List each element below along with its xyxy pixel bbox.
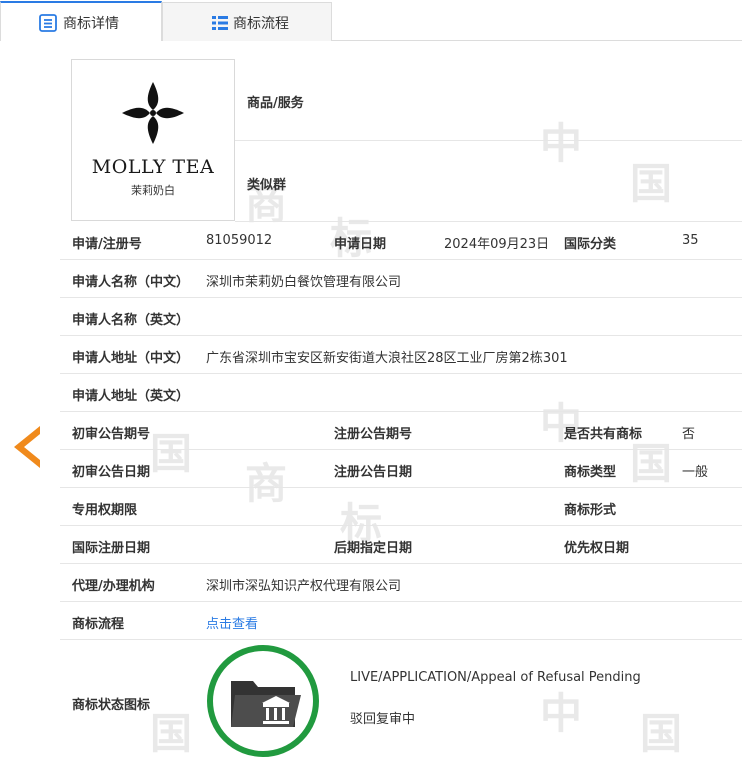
- apply-date-value: 2024年09月23日: [444, 237, 550, 252]
- table-icon: [212, 16, 228, 30]
- address-en-label: 申请人地址（英文）: [72, 389, 190, 404]
- tab-label: 商标详情: [63, 16, 119, 32]
- tab-label: 商标流程: [233, 16, 289, 32]
- prelim-no-row: 初审公告期号 注册公告期号 是否共有商标 否: [60, 412, 742, 450]
- shared-label: 是否共有商标: [564, 427, 643, 442]
- watermark: 中: [540, 689, 583, 738]
- reg-no-label: 申请/注册号: [72, 237, 142, 252]
- later-date-label: 后期指定日期: [334, 541, 413, 556]
- status-badge: [207, 645, 319, 757]
- applicant-cn-value: 深圳市茉莉奶白餐饮管理有限公司: [206, 275, 402, 290]
- similar-group-label: 类似群: [247, 178, 287, 193]
- chevron-left-icon[interactable]: [10, 424, 44, 470]
- view-flow-link[interactable]: 点击查看: [206, 613, 258, 632]
- list-icon: [39, 14, 57, 32]
- logo-subtitle: 茉莉奶白: [131, 184, 175, 197]
- applicant-en-label: 申请人名称（英文）: [72, 313, 190, 328]
- agent-value: 深圳市深弘知识产权代理有限公司: [206, 579, 402, 594]
- logo-name: MOLLY TEA: [91, 156, 215, 178]
- prelim-date-row: 初审公告日期 注册公告日期 商标类型 一般: [60, 450, 742, 488]
- applicant-cn-label: 申请人名称（中文）: [72, 275, 190, 290]
- goods-services-row: 商品/服务: [235, 59, 742, 141]
- tab-trademark-detail[interactable]: 商标详情: [0, 1, 162, 41]
- tm-type-label: 商标类型: [564, 465, 617, 480]
- shared-value: 否: [682, 427, 696, 442]
- tm-type-value: 一般: [682, 465, 709, 480]
- reg-pub-date-label: 注册公告日期: [334, 465, 413, 480]
- address-cn-label: 申请人地址（中文）: [72, 351, 190, 366]
- tab-trademark-flow[interactable]: 商标流程: [162, 2, 332, 41]
- applicant-cn-row: 申请人名称（中文） 深圳市茉莉奶白餐饮管理有限公司: [60, 260, 742, 298]
- trademark-image: MOLLY TEA 茉莉奶白: [71, 59, 235, 221]
- address-cn-value: 广东省深圳市宝安区新安街道大浪社区28区工业厂房第2栋301: [206, 351, 568, 366]
- watermark: 国: [640, 709, 683, 758]
- intl-reg-date-label: 国际注册日期: [72, 541, 151, 556]
- registration-row: 申请/注册号 81059012 申请日期 2024年09月23日 国际分类 35: [60, 222, 742, 260]
- status-cn: 驳回复审中: [350, 712, 416, 727]
- watermark: 国: [150, 709, 193, 758]
- exclusive-label: 专用权期限: [72, 503, 138, 518]
- agent-row: 代理/办理机构 深圳市深弘知识产权代理有限公司: [60, 564, 742, 602]
- tab-bar: 商标详情 商标流程: [0, 0, 742, 41]
- intl-class-value: 35: [682, 233, 699, 248]
- applicant-en-row: 申请人名称（英文）: [60, 298, 742, 336]
- flow-row: 商标流程 点击查看: [60, 602, 742, 640]
- prelim-date-label: 初审公告日期: [72, 465, 151, 480]
- flower-logo-icon: [122, 82, 184, 144]
- reg-no-value: 81059012: [206, 233, 273, 248]
- folder-court-icon: [231, 681, 301, 727]
- status-en: LIVE/APPLICATION/Appeal of Refusal Pendi…: [350, 670, 641, 685]
- exclusive-row: 专用权期限 商标形式: [60, 488, 742, 526]
- prelim-no-label: 初审公告期号: [72, 427, 151, 442]
- intl-class-label: 国际分类: [564, 237, 617, 252]
- apply-date-label: 申请日期: [334, 237, 387, 252]
- similar-group-row: 类似群: [235, 141, 742, 222]
- reg-pub-no-label: 注册公告期号: [334, 427, 413, 442]
- tm-form-label: 商标形式: [564, 503, 617, 518]
- intl-reg-row: 国际注册日期 后期指定日期 优先权日期: [60, 526, 742, 564]
- status-icon-label: 商标状态图标: [72, 698, 151, 713]
- agent-label: 代理/办理机构: [72, 579, 155, 594]
- flow-label: 商标流程: [72, 617, 125, 632]
- goods-services-label: 商品/服务: [247, 96, 304, 111]
- address-cn-row: 申请人地址（中文） 广东省深圳市宝安区新安街道大浪社区28区工业厂房第2栋301: [60, 336, 742, 374]
- address-en-row: 申请人地址（英文）: [60, 374, 742, 412]
- priority-date-label: 优先权日期: [564, 541, 630, 556]
